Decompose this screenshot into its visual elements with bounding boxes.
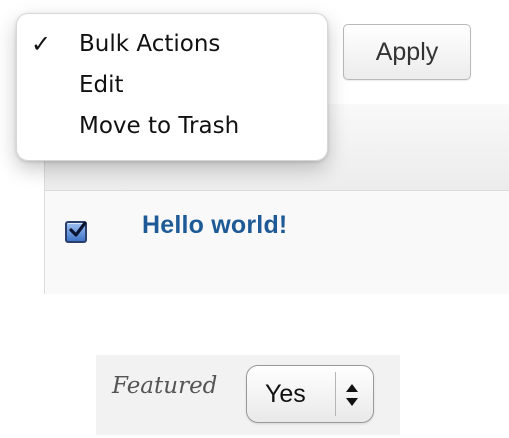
featured-field: Featured Yes xyxy=(96,355,400,435)
menu-item-edit[interactable]: Edit xyxy=(17,65,327,105)
apply-button[interactable]: Apply xyxy=(343,24,471,80)
featured-label: Featured xyxy=(112,373,218,399)
menu-item-label: Edit xyxy=(79,72,124,98)
screenshot-canvas: Hello world! Apply ✓ Bulk Actions Edit M… xyxy=(0,0,509,438)
checkbox-checked-icon xyxy=(69,221,87,237)
menu-item-move-to-trash[interactable]: Move to Trash xyxy=(17,106,327,146)
up-down-arrows-icon xyxy=(346,384,358,406)
select-divider xyxy=(335,372,336,416)
featured-select-value: Yes xyxy=(265,380,306,408)
menu-item-bulk-actions[interactable]: ✓ Bulk Actions xyxy=(17,24,327,64)
menu-item-label: Move to Trash xyxy=(79,113,240,139)
bulk-actions-menu: ✓ Bulk Actions Edit Move to Trash xyxy=(16,13,328,161)
checkmark-icon: ✓ xyxy=(31,30,52,58)
menu-item-label: Bulk Actions xyxy=(79,31,221,57)
row-checkbox[interactable] xyxy=(65,221,87,243)
table-row: Hello world! xyxy=(45,191,509,294)
post-title-link[interactable]: Hello world! xyxy=(142,211,287,240)
featured-select[interactable]: Yes xyxy=(246,365,374,423)
